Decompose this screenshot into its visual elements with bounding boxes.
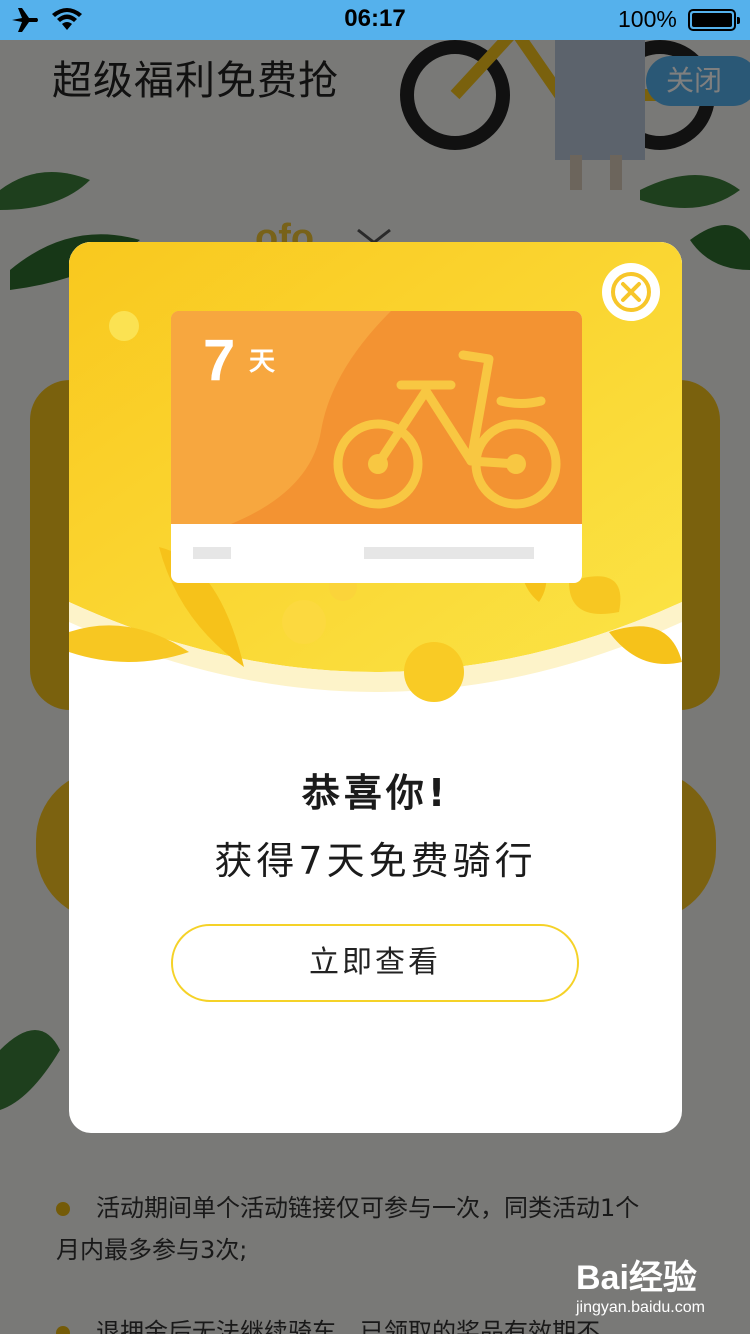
card-days-unit: 天 (249, 347, 276, 377)
watermark-url: jingyan.baidu.com (576, 1299, 705, 1316)
reward-modal: 7 天 恭喜你! 获得7天免费骑行 立即查看 (69, 242, 682, 1133)
reward-card: 7 天 (171, 311, 582, 583)
baidu-watermark: Bai经验 jingyan.baidu.com (576, 1250, 716, 1317)
card-days-number: 7 (203, 328, 236, 393)
reward-card-header: 7 天 (171, 311, 582, 524)
watermark-logo: Bai经验 (576, 1259, 697, 1297)
reward-description: 获得7天免费骑行 (214, 839, 537, 883)
congrats-heading: 恭喜你! (301, 771, 450, 815)
battery-icon (688, 9, 740, 31)
close-icon (611, 272, 651, 312)
status-bar: 06:17 100% (0, 0, 750, 40)
view-now-button[interactable]: 立即查看 (171, 924, 579, 1002)
modal-close-button[interactable] (602, 263, 660, 321)
card-placeholder-line (193, 547, 231, 559)
card-placeholder-line (364, 547, 534, 559)
battery-percentage: 100% (618, 6, 677, 32)
